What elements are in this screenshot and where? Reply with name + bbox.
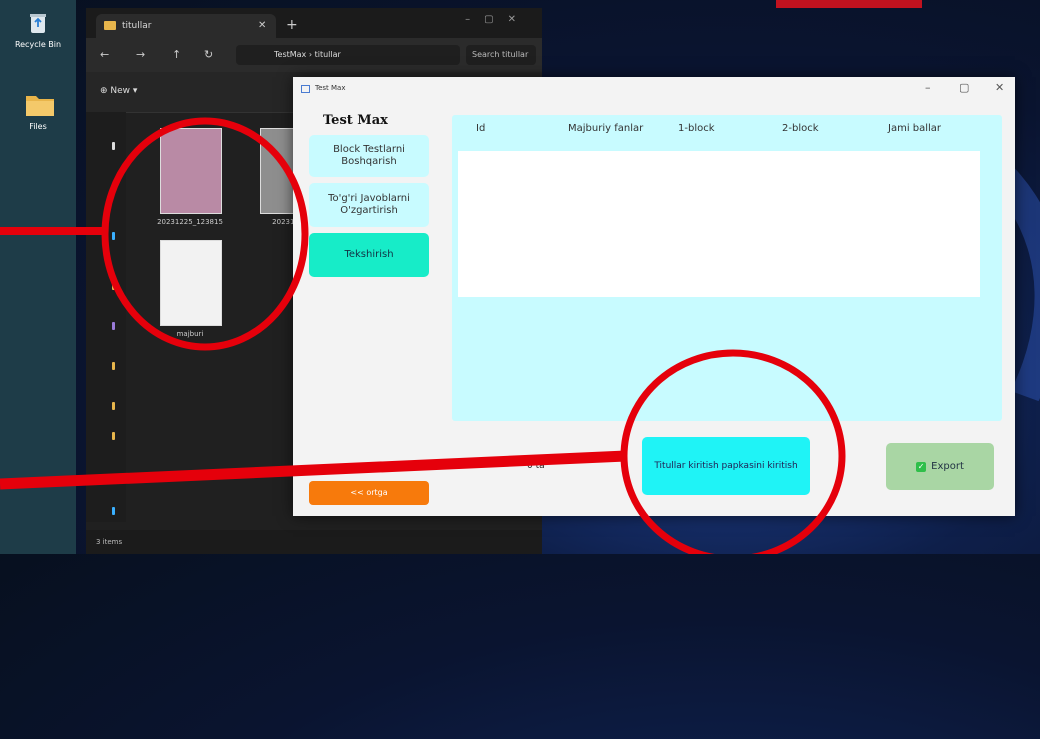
file-thumbnail[interactable] — [160, 240, 222, 326]
recycle-bin-icon — [25, 10, 51, 36]
explorer-tab-title: titullar — [122, 21, 152, 31]
explorer-titlebar: titullar ✕ + –▢✕ — [86, 8, 542, 38]
minimize-icon[interactable]: – — [925, 81, 931, 94]
breadcrumb-item[interactable]: titullar — [315, 50, 341, 59]
desktop-icon-label: Recycle Bin — [14, 40, 62, 49]
nav-item-icon[interactable] — [112, 362, 115, 370]
sidebar-tekshirish-button[interactable]: Tekshirish — [309, 233, 429, 277]
titullar-button-label: Titullar kiritish papkasini kiritish — [654, 460, 798, 471]
explorer-tab[interactable]: titullar — [96, 14, 276, 38]
nav-item-icon[interactable] — [112, 322, 115, 330]
excel-icon: ✓ — [916, 461, 927, 472]
new-button-label: New — [110, 86, 131, 96]
table-header: Id Majburiy fanlar 1-block 2-block Jami … — [452, 115, 1002, 143]
file-thumbnail[interactable] — [160, 128, 222, 214]
navigation-pane[interactable] — [86, 112, 126, 522]
close-icon[interactable]: ✕ — [995, 81, 1004, 94]
address-bar[interactable]: TestMax › titullar — [236, 45, 460, 65]
sidebar-button-label: Block Testlarni Boshqarish — [333, 144, 405, 167]
sidebar-block-testlarni-button[interactable]: Block Testlarni Boshqarish — [309, 135, 429, 177]
refresh-icon[interactable]: ↻ — [204, 48, 213, 61]
search-input[interactable]: Search titullar — [466, 45, 536, 65]
desktop-icon-recycle-bin[interactable]: Recycle Bin — [12, 10, 64, 49]
column-header-majburiy: Majburiy fanlar — [568, 123, 644, 134]
search-placeholder: Search titullar — [472, 50, 529, 59]
file-name: 20231225_123815 — [157, 218, 223, 226]
column-header-id: Id — [476, 123, 486, 134]
app-icon — [301, 85, 310, 93]
back-button[interactable]: << ortga — [309, 481, 429, 505]
file-name: majburi — [176, 330, 204, 338]
explorer-navbar: ← → ↑ ↻ TestMax › titullar Search titull… — [86, 38, 542, 72]
new-button[interactable]: ⊕ New ▾ — [100, 86, 137, 96]
breadcrumb-item[interactable]: TestMax — [274, 50, 306, 59]
nav-item-icon[interactable] — [112, 507, 115, 515]
back-arrow-icon[interactable]: ← — [100, 48, 109, 61]
status-bar: 3 items — [86, 530, 542, 554]
export-button[interactable]: ✓ Export — [886, 443, 994, 490]
folder-icon — [104, 21, 116, 30]
export-button-label: Export — [931, 461, 964, 472]
folder-icon — [25, 92, 54, 118]
test-max-window: Test Max – ▢ ✕ Test Max Block Testlarni … — [293, 77, 1015, 516]
nav-item-icon[interactable] — [112, 142, 115, 150]
nav-item-icon[interactable] — [112, 432, 115, 440]
forward-arrow-icon[interactable]: → — [136, 48, 145, 61]
sidebar-button-label: To'g'ri Javoblarni O'zgartirish — [328, 193, 410, 216]
window-controls[interactable]: –▢✕ — [465, 14, 530, 25]
desktop-sidebar: Recycle Bin Files — [0, 0, 76, 554]
close-icon[interactable]: ✕ — [258, 20, 266, 31]
nav-item-icon[interactable] — [112, 402, 115, 410]
sidebar-javoblar-button[interactable]: To'g'ri Javoblarni O'zgartirish — [309, 183, 429, 227]
nav-item-icon[interactable] — [112, 232, 115, 240]
desktop-icon-files[interactable]: Files — [12, 92, 64, 131]
desktop-icon-label: Files — [29, 122, 47, 131]
page-title: Test Max — [323, 113, 388, 128]
results-table: Id Majburiy fanlar 1-block 2-block Jami … — [452, 115, 1002, 421]
back-button-label: << ortga — [350, 488, 388, 497]
maximize-icon[interactable]: ▢ — [959, 81, 969, 94]
app-titlebar: Test Max – ▢ ✕ — [293, 77, 1015, 101]
nav-item-icon[interactable] — [112, 282, 115, 290]
count-label: 0 ta — [527, 461, 545, 471]
column-header-block1: 1-block — [678, 123, 715, 134]
column-header-jami: Jami ballar — [888, 123, 942, 134]
table-body[interactable] — [458, 151, 980, 297]
red-highlight-strip — [776, 0, 922, 8]
window-title: Test Max — [315, 84, 346, 92]
new-tab-icon[interactable]: + — [286, 17, 298, 33]
status-text: 3 items — [96, 538, 123, 546]
sidebar-button-label: Tekshirish — [344, 249, 394, 260]
column-header-block2: 2-block — [782, 123, 819, 134]
titullar-kiritish-button[interactable]: Titullar kiritish papkasini kiritish — [642, 437, 810, 495]
up-arrow-icon[interactable]: ↑ — [172, 48, 181, 61]
